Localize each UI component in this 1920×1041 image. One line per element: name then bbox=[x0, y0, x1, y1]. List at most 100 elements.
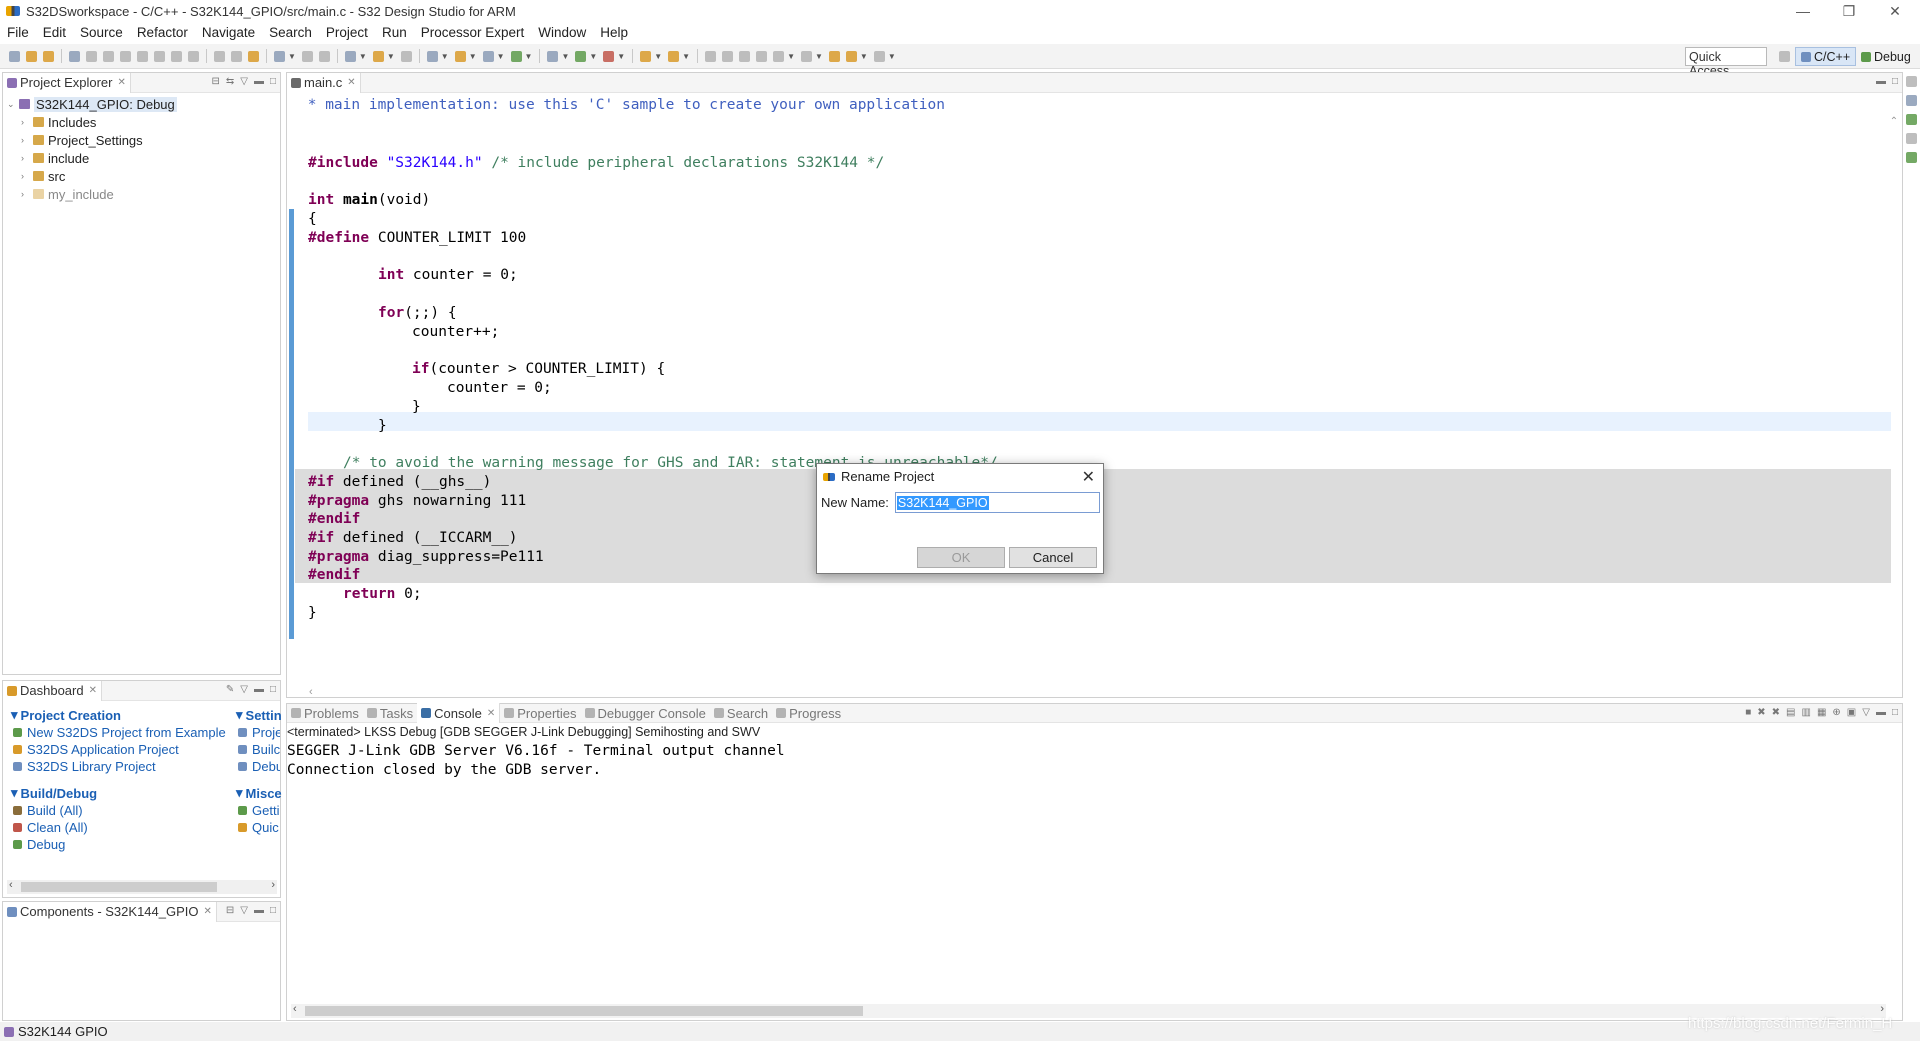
scroll-thumb[interactable] bbox=[305, 1006, 863, 1016]
menu-window[interactable]: Window bbox=[531, 25, 593, 40]
expand-arrow-icon[interactable]: › bbox=[21, 171, 31, 181]
external-tools-icon[interactable] bbox=[603, 50, 615, 62]
link-debug-settings[interactable]: Debu bbox=[238, 759, 280, 774]
menu-source[interactable]: Source bbox=[73, 25, 130, 40]
new-name-input[interactable]: S32K144_GPIO bbox=[894, 492, 1100, 513]
open-console-icon[interactable]: ▽ bbox=[1862, 707, 1870, 718]
search-file-icon[interactable] bbox=[482, 50, 494, 62]
link-application-project[interactable]: S32DS Application Project bbox=[13, 742, 179, 757]
tree-item-project-settings[interactable]: › Project_Settings bbox=[3, 131, 280, 149]
scroll-right-icon[interactable]: › bbox=[271, 879, 275, 891]
maximize-view-icon[interactable]: □ bbox=[1892, 707, 1898, 718]
suspend-icon[interactable] bbox=[103, 50, 114, 62]
menu-refactor[interactable]: Refactor bbox=[130, 25, 195, 40]
new-class-icon[interactable] bbox=[274, 50, 285, 62]
tab-search[interactable]: Search bbox=[710, 703, 772, 723]
tree-item-my-include[interactable]: › my_include bbox=[3, 185, 280, 203]
ok-button[interactable]: OK bbox=[917, 547, 1005, 568]
section-project-creation[interactable]: ▾ Project Creation bbox=[11, 707, 121, 723]
perspective-cpp[interactable]: C/C++ bbox=[1795, 47, 1857, 66]
word-wrap-icon[interactable]: ▦ bbox=[1817, 707, 1826, 718]
tab-tasks[interactable]: Tasks bbox=[363, 703, 417, 723]
dropdown-arrow-icon[interactable]: ▼ bbox=[888, 52, 896, 61]
section-settings[interactable]: ▾ Settin bbox=[236, 707, 282, 723]
minimize-view-icon[interactable]: ▬ bbox=[1876, 76, 1886, 87]
coverage-icon[interactable] bbox=[510, 50, 522, 62]
maximize-view-icon[interactable]: □ bbox=[270, 76, 276, 87]
expand-arrow-icon[interactable]: › bbox=[21, 117, 31, 127]
step-into-icon[interactable] bbox=[154, 50, 165, 62]
toggle-mark-icon[interactable] bbox=[722, 50, 734, 62]
close-icon[interactable]: ✕ bbox=[1082, 467, 1095, 487]
lightning-icon[interactable] bbox=[248, 50, 259, 62]
tab-dashboard[interactable]: Dashboard ✕ bbox=[3, 680, 102, 701]
open-icon[interactable] bbox=[43, 50, 54, 62]
include-browser-icon[interactable] bbox=[1906, 95, 1917, 106]
scroll-right-icon[interactable]: › bbox=[1880, 1003, 1884, 1015]
minimize-view-icon[interactable]: ▬ bbox=[1876, 707, 1886, 718]
view-menu-icon[interactable]: ▽ bbox=[240, 76, 248, 87]
dropdown-arrow-icon[interactable]: ▼ bbox=[860, 52, 868, 61]
dropdown-arrow-icon[interactable]: ▼ bbox=[654, 52, 662, 61]
instruction-step-icon[interactable] bbox=[231, 50, 242, 62]
debug-icon[interactable] bbox=[547, 50, 559, 62]
tree-item-src[interactable]: › src bbox=[3, 167, 280, 185]
editor-vertical-scrollbar[interactable]: ⌃ bbox=[1888, 116, 1900, 679]
minimize-view-icon[interactable]: ▬ bbox=[254, 905, 264, 916]
build-config-icon[interactable] bbox=[372, 50, 384, 62]
outline-icon[interactable] bbox=[301, 50, 313, 62]
menu-run[interactable]: Run bbox=[375, 25, 414, 40]
view-menu-icon[interactable]: ▽ bbox=[240, 905, 248, 916]
save-icon[interactable] bbox=[26, 50, 37, 62]
maximize-view-icon[interactable]: □ bbox=[1892, 76, 1898, 87]
tab-main-c[interactable]: main.c ✕ bbox=[287, 72, 361, 93]
tab-problems[interactable]: Problems bbox=[287, 703, 363, 723]
maximize-view-icon[interactable]: □ bbox=[270, 905, 276, 916]
terminate-icon[interactable]: ■ bbox=[1745, 707, 1751, 718]
menu-navigate[interactable]: Navigate bbox=[195, 25, 262, 40]
scroll-left-icon[interactable]: ‹ bbox=[9, 879, 13, 891]
scroll-thumb[interactable] bbox=[21, 882, 217, 892]
open-perspective-icon[interactable] bbox=[1779, 51, 1790, 62]
section-build-debug[interactable]: ▾ Build/Debug bbox=[11, 785, 97, 801]
restore-button[interactable]: ❐ bbox=[1826, 0, 1872, 22]
tab-properties[interactable]: Properties bbox=[500, 703, 580, 723]
section-misc[interactable]: ▾ Misce bbox=[236, 785, 282, 801]
new-file-icon[interactable] bbox=[426, 50, 438, 62]
close-tab-icon[interactable]: ✕ bbox=[117, 77, 125, 88]
remove-launch-icon[interactable]: ✖ bbox=[1757, 707, 1765, 718]
dropdown-arrow-icon[interactable]: ▼ bbox=[787, 52, 795, 61]
expand-arrow-icon[interactable]: › bbox=[21, 189, 31, 199]
dashboard-action-icon[interactable]: ✎ bbox=[226, 684, 234, 695]
minimize-view-icon[interactable]: ▬ bbox=[254, 76, 264, 87]
dashboard-horizontal-scrollbar[interactable]: ‹ › bbox=[7, 879, 277, 894]
tab-console[interactable]: Console ✕ bbox=[417, 703, 501, 723]
clear-console-icon[interactable]: ▤ bbox=[1786, 707, 1795, 718]
collapse-icon[interactable]: ▾ bbox=[236, 707, 243, 723]
step-return-icon[interactable] bbox=[188, 50, 199, 62]
close-tab-icon[interactable]: ✕ bbox=[347, 77, 355, 88]
link-build-settings[interactable]: Builc bbox=[238, 742, 280, 757]
dropdown-arrow-icon[interactable]: ▼ bbox=[441, 52, 449, 61]
build-icon[interactable] bbox=[69, 50, 80, 62]
hammer-icon[interactable] bbox=[344, 50, 356, 62]
quick-access-input[interactable]: Quick Access bbox=[1685, 47, 1767, 78]
maximize-view-icon[interactable]: □ bbox=[270, 684, 276, 695]
forward-icon[interactable] bbox=[873, 50, 885, 62]
dropdown-arrow-icon[interactable]: ▼ bbox=[682, 52, 690, 61]
memory-icon[interactable] bbox=[318, 50, 330, 62]
menu-edit[interactable]: Edit bbox=[36, 25, 73, 40]
new-icon[interactable] bbox=[9, 50, 20, 62]
prev-annotation-icon[interactable] bbox=[800, 50, 812, 62]
close-window-button[interactable]: ✕ bbox=[1872, 0, 1918, 22]
menu-search[interactable]: Search bbox=[262, 25, 319, 40]
new-folder-icon[interactable] bbox=[454, 50, 466, 62]
menu-help[interactable]: Help bbox=[593, 25, 635, 40]
pen-icon[interactable] bbox=[668, 50, 680, 62]
minimize-button[interactable]: — bbox=[1780, 0, 1826, 22]
dropdown-arrow-icon[interactable]: ▼ bbox=[561, 52, 569, 61]
dropdown-arrow-icon[interactable]: ▼ bbox=[815, 52, 823, 61]
dropdown-arrow-icon[interactable]: ▼ bbox=[469, 52, 477, 61]
link-project-settings[interactable]: Proje bbox=[238, 725, 280, 740]
collapse-icon[interactable]: ▾ bbox=[11, 785, 18, 801]
